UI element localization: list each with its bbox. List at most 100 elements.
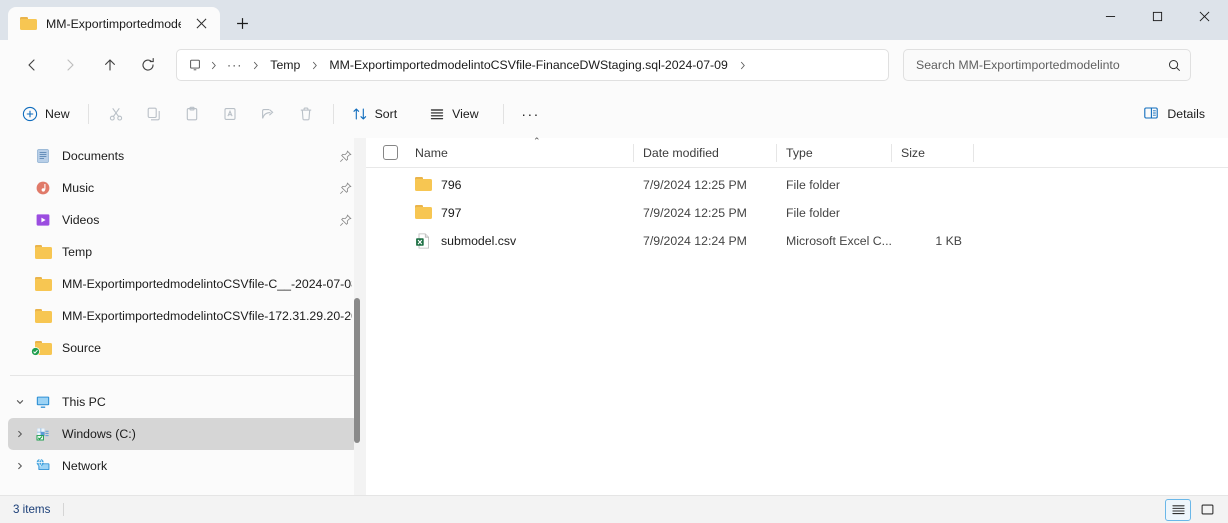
- table-row[interactable]: 797 7/9/2024 12:25 PM File folder: [366, 199, 1222, 227]
- file-name-cell[interactable]: 797: [405, 199, 633, 227]
- breadcrumb-item-temp[interactable]: Temp: [265, 54, 305, 77]
- caption-buttons: [1087, 0, 1228, 33]
- column-divider: [776, 144, 777, 162]
- large-icons-view-button[interactable]: [1194, 499, 1220, 521]
- videos-icon: [32, 212, 54, 228]
- column-header-type[interactable]: Type: [776, 138, 891, 168]
- search-icon[interactable]: [1166, 57, 1182, 73]
- paste-icon: [184, 106, 200, 122]
- maximize-icon[interactable]: [1134, 0, 1181, 33]
- breadcrumb-item-current[interactable]: MM-ExportimportedmodelintoCSVfile-Financ…: [324, 54, 732, 77]
- this-pc-icon[interactable]: [186, 56, 204, 74]
- table-row[interactable]: 796 7/9/2024 12:25 PM File folder: [366, 171, 1222, 199]
- sidebar-item-source[interactable]: Source: [8, 332, 358, 364]
- table-row[interactable]: submodel.csv 7/9/2024 12:24 PM Microsoft…: [366, 227, 1222, 255]
- chevron-right-icon[interactable]: [8, 430, 32, 438]
- minimize-icon[interactable]: [1087, 0, 1134, 33]
- address-bar[interactable]: ··· Temp MM-ExportimportedmodelintoCSVfi…: [176, 49, 889, 81]
- more-options-button[interactable]: ···: [512, 98, 550, 130]
- back-button[interactable]: [16, 49, 48, 81]
- share-icon: [260, 106, 276, 122]
- refresh-button[interactable]: [132, 49, 164, 81]
- pin-icon[interactable]: [338, 182, 352, 195]
- sidebar-item-label: MM-ExportimportedmodelintoCSVfile-C__-20…: [62, 276, 352, 293]
- new-tab-button[interactable]: [227, 8, 257, 38]
- sidebar-item-this-pc[interactable]: This PC: [8, 386, 358, 418]
- tab-active[interactable]: MM-Exportimportedmodelinto: [8, 7, 220, 40]
- sidebar-item-temp[interactable]: Temp: [8, 236, 358, 268]
- rename-button[interactable]: [211, 98, 249, 130]
- sidebar-item-mm-export-ip[interactable]: MM-ExportimportedmodelintoCSVfile-172.31…: [8, 300, 358, 332]
- file-name: 796: [441, 178, 462, 192]
- network-icon: [32, 458, 54, 474]
- column-header-size[interactable]: Size: [891, 138, 973, 168]
- close-icon[interactable]: [190, 13, 212, 35]
- navigation-bar: ··· Temp MM-ExportimportedmodelintoCSVfi…: [0, 40, 1228, 90]
- breadcrumb-overflow[interactable]: ···: [223, 54, 246, 77]
- trash-icon: [298, 106, 314, 122]
- new-button[interactable]: New: [12, 98, 80, 130]
- share-button[interactable]: [249, 98, 287, 130]
- cut-button[interactable]: [97, 98, 135, 130]
- sidebar-item-network[interactable]: Network: [8, 450, 358, 482]
- file-name-cell[interactable]: 796: [405, 171, 633, 199]
- search-input[interactable]: Search MM-Exportimportedmodelinto: [916, 57, 1166, 74]
- search-box[interactable]: Search MM-Exportimportedmodelinto: [903, 49, 1191, 81]
- copy-button[interactable]: [135, 98, 173, 130]
- column-header-name[interactable]: Name ⌃: [405, 138, 633, 168]
- chevron-right-icon[interactable]: [733, 60, 752, 71]
- chevron-right-icon[interactable]: [8, 462, 32, 470]
- date-modified-cell: 7/9/2024 12:25 PM: [633, 199, 776, 227]
- paste-button[interactable]: [173, 98, 211, 130]
- plus-circle-icon: [22, 106, 38, 122]
- column-divider: [891, 144, 892, 162]
- close-icon[interactable]: [1181, 0, 1228, 33]
- sidebar-item-label: Source: [62, 340, 352, 357]
- sidebar-item-music[interactable]: Music: [8, 172, 358, 204]
- sidebar-item-videos[interactable]: Videos: [8, 204, 358, 236]
- size-cell: [891, 199, 973, 227]
- up-button[interactable]: [94, 49, 126, 81]
- sidebar-item-mm-export-c[interactable]: MM-ExportimportedmodelintoCSVfile-C__-20…: [8, 268, 358, 300]
- size-cell: [891, 171, 973, 199]
- details-pane-icon: [1143, 105, 1159, 124]
- divider: [63, 503, 64, 516]
- chevron-right-icon: [246, 60, 265, 71]
- details-pane-label: Details: [1167, 107, 1205, 121]
- column-header-date-modified[interactable]: Date modified: [633, 138, 776, 168]
- sort-icon: [352, 106, 368, 122]
- forward-button[interactable]: [54, 49, 86, 81]
- folder-icon: [32, 277, 54, 291]
- details-view-button[interactable]: [1165, 499, 1191, 521]
- column-header-label: Type: [786, 146, 813, 160]
- sidebar-scrollbar-thumb[interactable]: [354, 298, 360, 443]
- delete-button[interactable]: [287, 98, 325, 130]
- folder-icon: [415, 205, 432, 221]
- file-name-cell[interactable]: submodel.csv: [405, 227, 633, 255]
- pin-icon[interactable]: [338, 214, 352, 227]
- column-divider: [973, 144, 974, 162]
- copy-icon: [146, 106, 162, 122]
- details-pane-button[interactable]: Details: [1133, 98, 1215, 130]
- column-header-label: Size: [901, 146, 925, 160]
- scissors-icon: [108, 106, 124, 122]
- sort-button[interactable]: Sort: [342, 98, 408, 130]
- sidebar-item-documents[interactable]: Documents: [8, 140, 358, 172]
- sort-label: Sort: [375, 107, 398, 121]
- select-all-checkbox[interactable]: [375, 145, 405, 160]
- status-bar: 3 items: [0, 495, 1228, 523]
- divider: [88, 104, 89, 124]
- drive-icon: [32, 426, 54, 442]
- checkbox-icon[interactable]: [383, 145, 398, 160]
- chevron-down-icon[interactable]: [8, 398, 32, 406]
- sidebar-item-windows-c[interactable]: Windows (C:): [8, 418, 358, 450]
- file-name: submodel.csv: [441, 234, 516, 248]
- view-button[interactable]: View: [419, 98, 488, 130]
- chevron-right-icon: [204, 60, 223, 71]
- column-divider: [633, 144, 634, 162]
- sidebar-item-label: Temp: [62, 244, 338, 261]
- sidebar-scrollbar[interactable]: [354, 298, 360, 443]
- view-label: View: [452, 107, 478, 121]
- pin-icon[interactable]: [338, 150, 352, 163]
- sidebar-item-label: MM-ExportimportedmodelintoCSVfile-172.31…: [62, 308, 352, 325]
